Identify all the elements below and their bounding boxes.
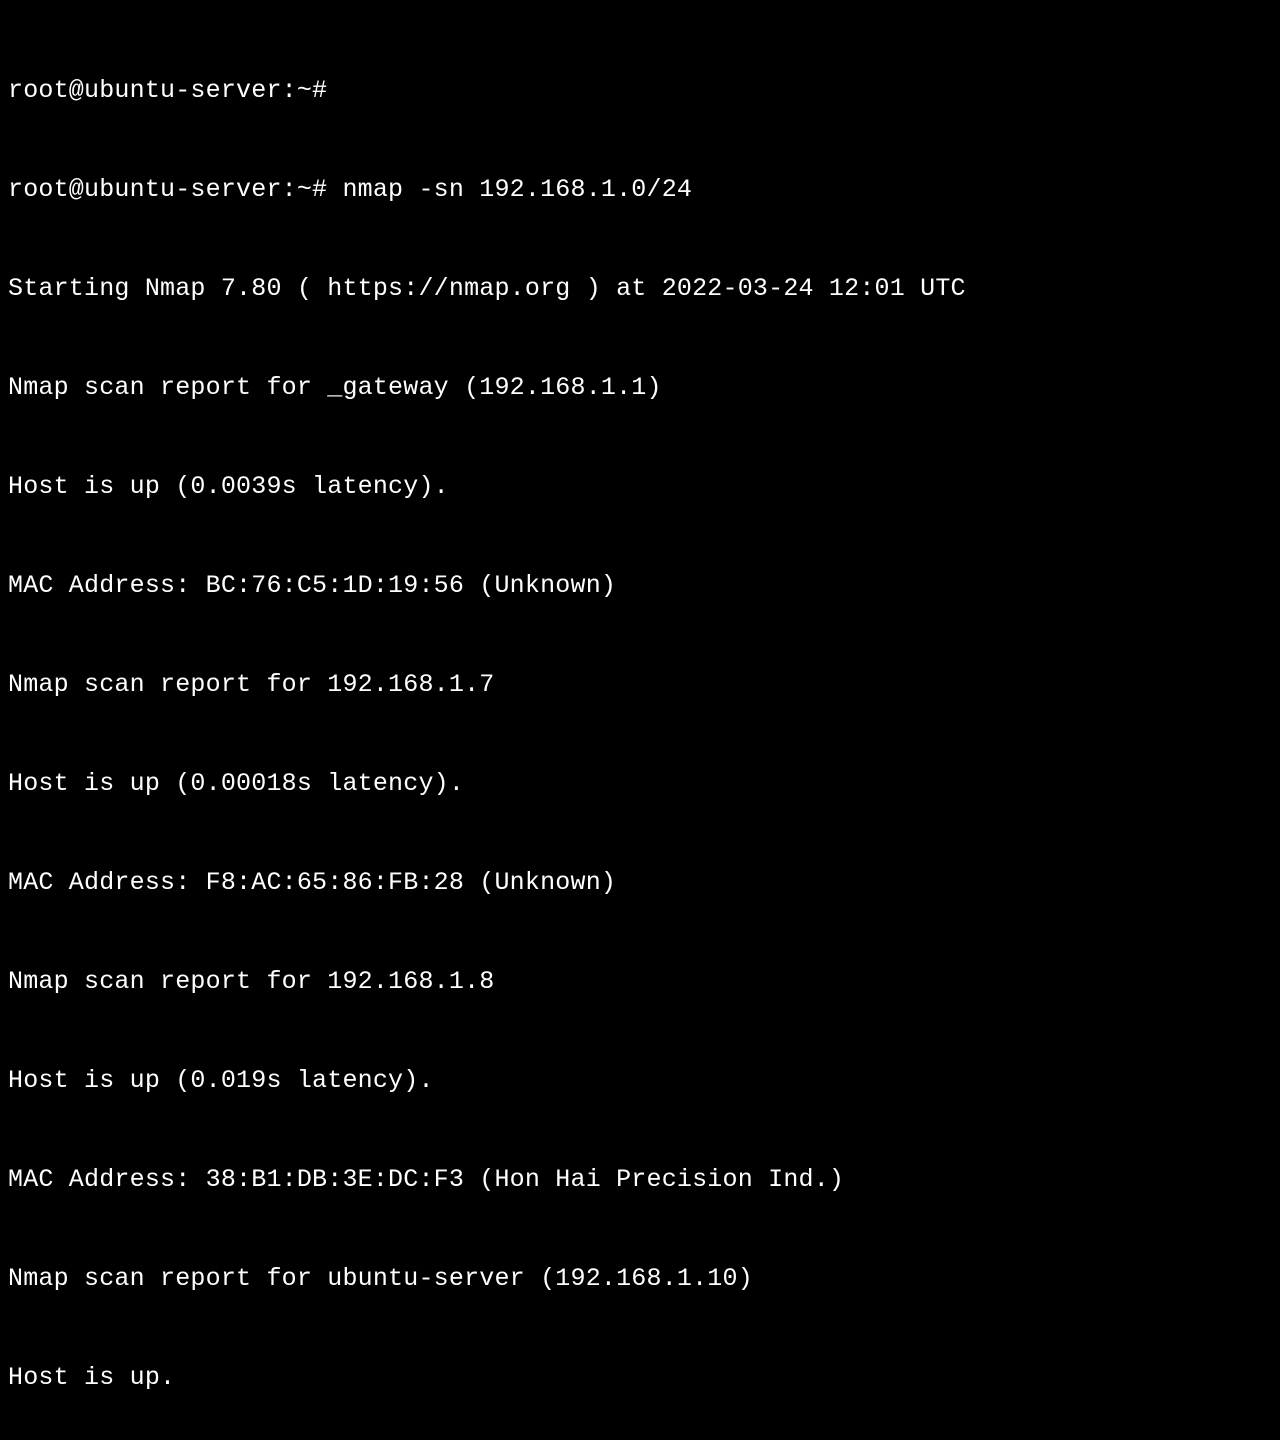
terminal-line: MAC Address: 38:B1:DB:3E:DC:F3 (Hon Hai … [8,1163,1272,1196]
terminal-window[interactable]: root@ubuntu-server:~# root@ubuntu-server… [8,8,1272,1440]
terminal-line: Nmap scan report for 192.168.1.8 [8,965,1272,998]
terminal-line: MAC Address: F8:AC:65:86:FB:28 (Unknown) [8,866,1272,899]
terminal-line: Starting Nmap 7.80 ( https://nmap.org ) … [8,272,1272,305]
terminal-line: root@ubuntu-server:~# nmap -sn 192.168.1… [8,173,1272,206]
terminal-line: MAC Address: BC:76:C5:1D:19:56 (Unknown) [8,569,1272,602]
terminal-line: Host is up (0.0039s latency). [8,470,1272,503]
terminal-line: Host is up (0.019s latency). [8,1064,1272,1097]
terminal-line: Host is up (0.00018s latency). [8,767,1272,800]
terminal-line: Host is up. [8,1361,1272,1394]
terminal-line: Nmap scan report for 192.168.1.7 [8,668,1272,701]
terminal-line: root@ubuntu-server:~# [8,74,1272,107]
terminal-line: Nmap scan report for ubuntu-server (192.… [8,1262,1272,1295]
terminal-line: Nmap scan report for _gateway (192.168.1… [8,371,1272,404]
